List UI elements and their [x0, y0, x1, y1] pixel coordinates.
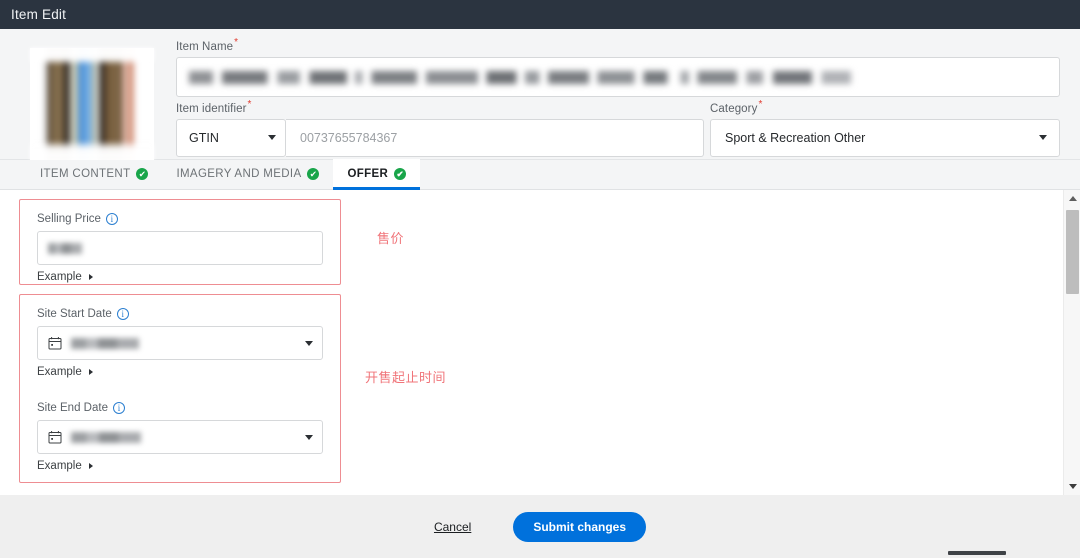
item-name-label: Item Name*	[176, 37, 1060, 53]
tab-item-content[interactable]: ITEM CONTENT ✔	[26, 159, 162, 189]
annotation-text-site-dates: 开售起止时间	[365, 367, 446, 386]
check-circle-icon: ✔	[307, 168, 319, 180]
tab-offer[interactable]: OFFER ✔	[333, 159, 420, 189]
site-end-date-example-toggle[interactable]: Example	[37, 460, 323, 472]
identifier-number-value: 00737655784367	[300, 131, 397, 145]
triangle-down-icon	[1069, 484, 1077, 489]
product-thumbnail-image	[38, 54, 146, 154]
site-start-date-label-text: Site Start Date	[37, 308, 112, 320]
chevron-down-icon	[305, 435, 313, 440]
item-name-redacted-value	[189, 71, 901, 84]
item-identifier-label: Item identifier*	[176, 99, 704, 115]
selling-price-label-text: Selling Price	[37, 213, 101, 225]
offer-panel: Selling Price i Example Site Start Date …	[0, 190, 1080, 495]
site-start-date-input[interactable]	[37, 326, 323, 360]
chevron-down-icon	[305, 341, 313, 346]
chevron-down-icon	[268, 135, 276, 140]
category-select[interactable]: Sport & Recreation Other	[710, 119, 1060, 157]
selling-price-label: Selling Price i	[37, 213, 323, 225]
identifier-type-value: GTIN	[189, 131, 219, 145]
scroll-up-button[interactable]	[1064, 190, 1080, 207]
selling-price-redacted-value	[48, 243, 82, 254]
form-footer: Cancel Submit changes	[0, 495, 1080, 558]
item-name-label-text: Item Name	[176, 41, 233, 53]
calendar-icon	[48, 430, 62, 444]
section-tabs: ITEM CONTENT ✔ IMAGERY AND MEDIA ✔ OFFER…	[0, 160, 1080, 190]
chevron-right-icon	[89, 463, 93, 469]
annotation-text-selling-price: 售价	[377, 228, 404, 247]
category-label-text: Category	[710, 103, 757, 115]
chevron-right-icon	[89, 369, 93, 375]
item-name-required-mark: *	[234, 37, 238, 48]
tab-imagery-and-media[interactable]: IMAGERY AND MEDIA ✔	[162, 159, 333, 189]
site-end-date-input[interactable]	[37, 420, 323, 454]
tab-offer-label: OFFER	[347, 168, 388, 180]
category-field-group: Category* Sport & Recreation Other	[710, 99, 1060, 157]
item-identifier-field-group: Item identifier* GTIN 00737655784367	[176, 99, 704, 157]
selling-price-example-label: Example	[37, 271, 82, 283]
site-end-date-label-text: Site End Date	[37, 402, 108, 414]
window-title: Item Edit	[0, 7, 66, 22]
triangle-up-icon	[1069, 196, 1077, 201]
site-end-date-redacted-value	[71, 432, 141, 443]
tab-imagery-and-media-label: IMAGERY AND MEDIA	[176, 168, 301, 180]
selling-price-input[interactable]	[37, 231, 323, 265]
chevron-down-icon	[1039, 135, 1047, 140]
selling-price-field-group: Selling Price i Example	[37, 213, 323, 283]
site-start-date-field-group: Site Start Date i Example	[37, 308, 323, 378]
item-name-input[interactable]	[176, 57, 1060, 97]
site-start-date-example-label: Example	[37, 366, 82, 378]
category-required-mark: *	[758, 99, 762, 110]
item-identifier-label-text: Item identifier	[176, 103, 247, 115]
identifier-number-input[interactable]: 00737655784367	[286, 119, 704, 157]
cancel-button[interactable]: Cancel	[434, 520, 471, 534]
category-label: Category*	[710, 99, 1060, 115]
check-circle-icon: ✔	[136, 168, 148, 180]
product-thumbnail[interactable]	[30, 48, 154, 160]
site-start-date-label: Site Start Date i	[37, 308, 323, 320]
info-icon[interactable]: i	[117, 308, 129, 320]
item-identifier-required-mark: *	[248, 99, 252, 110]
site-start-date-example-toggle[interactable]: Example	[37, 366, 323, 378]
site-start-date-redacted-value	[71, 338, 139, 349]
submit-changes-button[interactable]: Submit changes	[513, 512, 646, 542]
category-value: Sport & Recreation Other	[725, 131, 865, 145]
calendar-icon	[48, 336, 62, 350]
item-name-field-group: Item Name*	[176, 37, 1060, 97]
chevron-right-icon	[89, 274, 93, 280]
content-scrollbar[interactable]	[1063, 190, 1080, 495]
tab-item-content-label: ITEM CONTENT	[40, 168, 130, 180]
window-titlebar: Item Edit	[0, 0, 1080, 29]
item-header-form: Item Name* Item identifier* GTIN 0073765…	[0, 29, 1080, 160]
site-end-date-example-label: Example	[37, 460, 82, 472]
site-end-date-field-group: Site End Date i Example	[37, 402, 323, 472]
check-circle-icon: ✔	[394, 168, 406, 180]
scroll-down-button[interactable]	[1064, 478, 1080, 495]
site-end-date-label: Site End Date i	[37, 402, 323, 414]
bottom-right-bar	[948, 551, 1006, 555]
item-edit-window: Item Edit Item Name* Item identifier* GT…	[0, 0, 1080, 558]
selling-price-example-toggle[interactable]: Example	[37, 271, 323, 283]
info-icon[interactable]: i	[113, 402, 125, 414]
scrollbar-thumb[interactable]	[1066, 210, 1079, 294]
info-icon[interactable]: i	[106, 213, 118, 225]
identifier-type-select[interactable]: GTIN	[176, 119, 286, 157]
